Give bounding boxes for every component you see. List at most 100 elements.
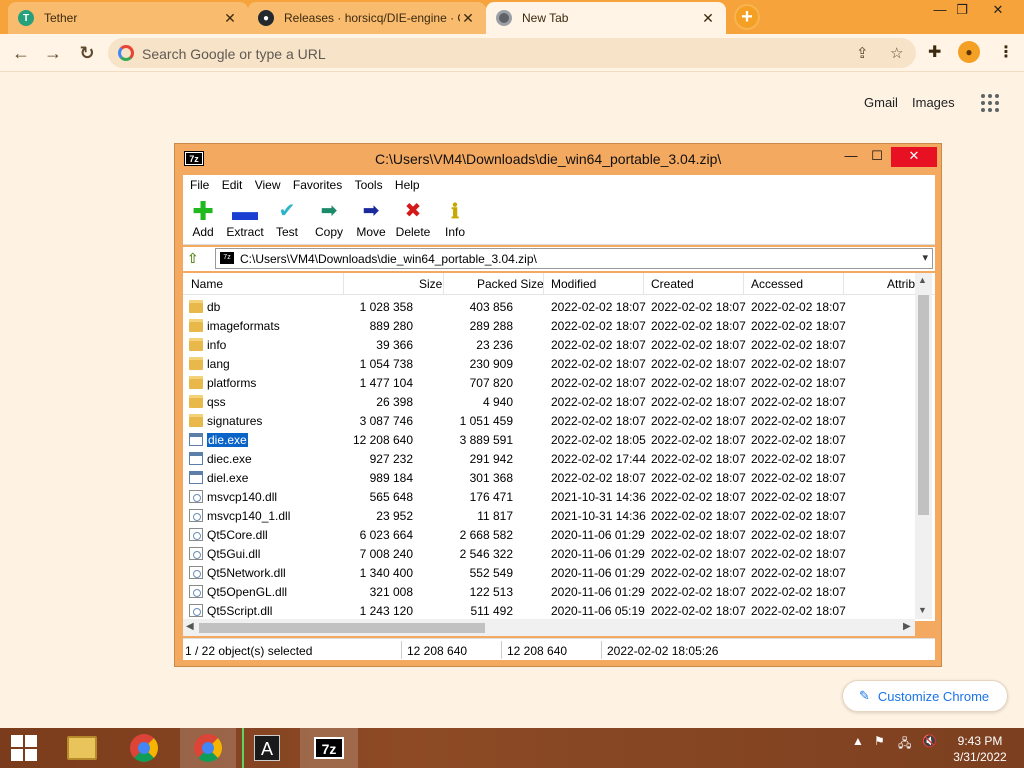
col-name[interactable]: Name	[191, 277, 223, 291]
menu-icon[interactable]: ⋮	[998, 42, 1014, 62]
menu-tools[interactable]: Tools	[348, 175, 383, 192]
images-link[interactable]: Images	[912, 95, 955, 110]
copy-button[interactable]: ➡ Copy	[307, 199, 351, 239]
table-row[interactable]: msvcp140_1.dll 23 952 11 817 2021-10-31 14:…	[183, 506, 915, 525]
horizontal-scrollbar[interactable]: ◀ ▶	[183, 619, 915, 636]
table-row[interactable]: die.exe 12 208 640 3 889 591 2022-02-02 18:…	[183, 430, 915, 449]
scroll-thumb[interactable]	[918, 295, 929, 515]
status-packed: 12 208 640	[507, 644, 568, 658]
back-button[interactable]: ←	[8, 40, 34, 66]
menu-view[interactable]: View	[248, 175, 281, 192]
col-size[interactable]: Size	[419, 277, 442, 291]
share-icon[interactable]: ⇪	[856, 44, 869, 62]
gmail-link[interactable]: Gmail	[864, 95, 898, 110]
tab-tether[interactable]: T Tether ✕	[8, 2, 248, 34]
file-explorer-taskbar[interactable]	[58, 728, 106, 768]
col-modified[interactable]: Modified	[551, 277, 596, 291]
file-list[interactable]: Name Size Packed Size Modified Created A…	[183, 273, 935, 621]
table-row[interactable]: diec.exe 927 232 291 942 2022-02-02 17:44 20…	[183, 449, 915, 468]
folder-icon	[189, 300, 203, 313]
extensions-icon[interactable]: ✚	[928, 42, 941, 62]
table-row[interactable]: platforms 1 477 104 707 820 2022-02-02 18:0…	[183, 373, 915, 392]
omnibox[interactable]: Search Google or type a URL ⇪ ☆	[108, 38, 916, 68]
file-created: 2022-02-02 18:07	[651, 547, 746, 561]
up-folder-icon[interactable]: ⇧	[187, 250, 199, 267]
close-window-button[interactable]: ✕	[978, 0, 1018, 22]
scroll-up-icon[interactable]: ▲	[918, 275, 927, 285]
test-button[interactable]: ✔ Test	[265, 199, 309, 239]
network-icon[interactable]: 🖧	[898, 734, 911, 755]
hscroll-thumb[interactable]	[199, 623, 485, 633]
table-row[interactable]: imageformats 889 280 289 288 2022-02-02 18:…	[183, 316, 915, 335]
file-size: 1 054 738	[359, 357, 413, 371]
system-clock[interactable]: 9:43 PM 3/31/2022	[950, 733, 1010, 765]
vertical-scrollbar[interactable]: ▲ ▼	[915, 273, 932, 619]
table-row[interactable]: diel.exe 989 184 301 368 2022-02-02 18:07 20…	[183, 468, 915, 487]
show-hidden-icons-icon[interactable]: ▲	[852, 734, 864, 748]
minimize-button[interactable]: —	[837, 147, 865, 167]
menu-file[interactable]: File	[183, 175, 209, 192]
table-row[interactable]: Qt5OpenGL.dll 321 008 122 513 2020-11-06 01…	[183, 582, 915, 601]
menu-help[interactable]: Help	[388, 175, 420, 192]
customize-chrome-button[interactable]: ✎ Customize Chrome	[842, 680, 1008, 712]
extract-button[interactable]: ▬ Extract	[223, 198, 267, 239]
move-button[interactable]: ➡ Move	[349, 199, 393, 239]
delete-button[interactable]: ✖ Delete	[391, 199, 435, 239]
close-button[interactable]: ✕	[891, 147, 937, 167]
table-row[interactable]: db 1 028 358 403 856 2022-02-02 18:07 2022-0…	[183, 297, 915, 316]
maximize-button[interactable]: ☐	[863, 147, 891, 167]
table-row[interactable]: qss 26 398 4 940 2022-02-02 18:07 2022-02-02…	[183, 392, 915, 411]
menu-favorites[interactable]: Favorites	[286, 175, 342, 192]
sevenzip-titlebar[interactable]: 7z C:\Users\VM4\Downloads\die_win64_port…	[175, 144, 941, 174]
file-accessed: 2022-02-02 18:07	[751, 357, 846, 371]
scroll-left-icon[interactable]: ◀	[186, 621, 194, 632]
table-row[interactable]: Qt5Script.dll 1 243 120 511 492 2020-11-06 …	[183, 601, 915, 620]
table-row[interactable]: info 39 366 23 236 2022-02-02 18:07 2022-02-…	[183, 335, 915, 354]
volume-muted-icon[interactable]: 🔇	[922, 734, 937, 748]
col-attrib[interactable]: Attrib	[887, 277, 915, 291]
menu-edit[interactable]: Edit	[215, 175, 243, 192]
close-icon[interactable]: ✕	[700, 10, 716, 27]
file-name: msvcp140.dll	[207, 490, 278, 504]
file-size: 1 028 358	[359, 300, 413, 314]
file-modified: 2020-11-06 01:29	[551, 566, 645, 580]
start-button[interactable]	[0, 728, 48, 768]
col-packed-size[interactable]: Packed Size	[477, 277, 544, 291]
table-row[interactable]: signatures 3 087 746 1 051 459 2022-02-02 1…	[183, 411, 915, 430]
add-button[interactable]: ✚ Add	[181, 198, 225, 239]
tab-releases[interactable]: ● Releases · horsicq/DIE-engine · GitH ✕	[248, 2, 486, 34]
extract-label: Extract	[226, 225, 264, 239]
table-row[interactable]: msvcp140.dll 565 648 176 471 2021-10-31 14:…	[183, 487, 915, 506]
action-center-flag-icon[interactable]: ⚑	[874, 734, 885, 748]
close-icon[interactable]: ✕	[222, 10, 238, 27]
table-row[interactable]: lang 1 054 738 230 909 2022-02-02 18:07 2022…	[183, 354, 915, 373]
chevron-down-icon[interactable]: ▾	[922, 251, 928, 264]
col-accessed[interactable]: Accessed	[751, 277, 803, 291]
restore-button[interactable]: ❐	[942, 0, 982, 22]
col-created[interactable]: Created	[651, 277, 694, 291]
close-icon[interactable]: ✕	[460, 10, 476, 27]
table-row[interactable]: Qt5Network.dll 1 340 400 552 549 2020-11-06…	[183, 563, 915, 582]
file-created: 2022-02-02 18:07	[651, 566, 746, 580]
table-row[interactable]: Qt5Gui.dll 7 008 240 2 546 322 2020-11-06 0…	[183, 544, 915, 563]
path-text: C:\Users\VM4\Downloads\die_win64_portabl…	[240, 252, 537, 266]
tab-title: Releases · horsicq/DIE-engine · GitH	[284, 11, 460, 25]
info-button[interactable]: ℹ Info	[433, 199, 477, 239]
scroll-right-icon[interactable]: ▶	[903, 621, 911, 632]
table-row[interactable]: Qt5Core.dll 6 023 664 2 668 582 2020-11-06 …	[183, 525, 915, 544]
scroll-down-icon[interactable]: ▼	[918, 605, 927, 615]
chrome-taskbar[interactable]	[120, 728, 168, 768]
sevenzip-taskbar[interactable]: 7z	[300, 728, 358, 768]
file-size: 889 280	[369, 319, 413, 333]
info-label: Info	[444, 225, 465, 239]
apps-grid-icon[interactable]	[981, 94, 999, 112]
new-tab-button[interactable]: +	[734, 4, 760, 30]
terminal-taskbar[interactable]: A	[242, 728, 290, 768]
forward-button[interactable]: →	[40, 40, 66, 66]
bookmark-star-icon[interactable]: ☆	[890, 44, 903, 62]
profile-avatar[interactable]: ●	[958, 41, 980, 63]
chrome-profile-taskbar[interactable]	[180, 728, 236, 768]
path-combobox[interactable]: 7z C:\Users\VM4\Downloads\die_win64_port…	[215, 248, 933, 269]
tab-new-tab[interactable]: New Tab ✕	[486, 2, 726, 34]
reload-button[interactable]: ↻	[74, 40, 100, 66]
